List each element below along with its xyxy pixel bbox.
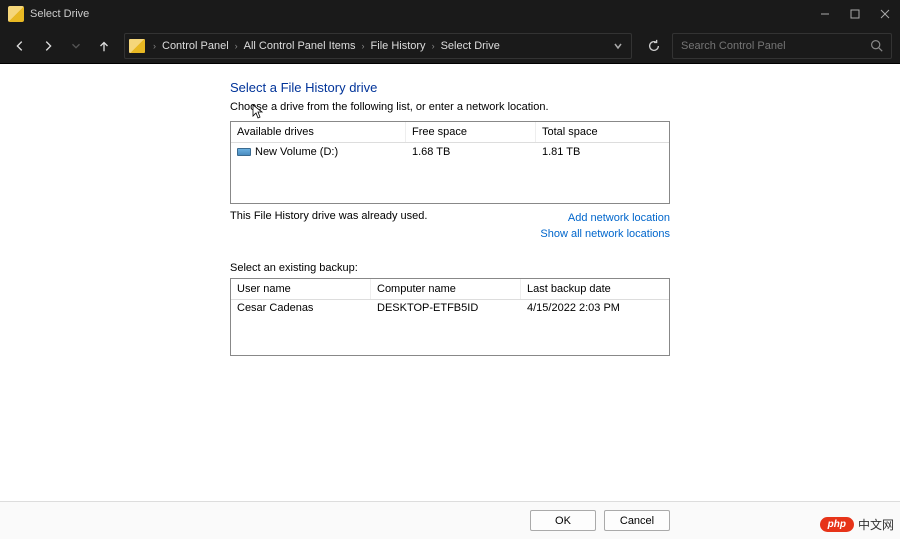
page-title: Select a File History drive [230, 80, 900, 95]
ok-button[interactable]: OK [530, 510, 596, 531]
column-header-free[interactable]: Free space [406, 122, 536, 142]
backup-row[interactable]: Cesar Cadenas DESKTOP-ETFB5ID 4/15/2022 … [231, 300, 669, 316]
refresh-button[interactable] [640, 33, 668, 59]
address-bar[interactable]: › Control Panel › All Control Panel Item… [124, 33, 632, 59]
breadcrumb-item[interactable]: File History [369, 40, 428, 52]
show-network-locations-link[interactable]: Show all network locations [540, 226, 670, 242]
forward-button[interactable] [36, 34, 60, 58]
maximize-button[interactable] [840, 0, 870, 28]
cursor-icon [252, 104, 264, 125]
minimize-button[interactable] [810, 0, 840, 28]
app-icon [8, 6, 24, 22]
drives-table-header: Available drives Free space Total space [231, 122, 669, 143]
column-header-computer[interactable]: Computer name [371, 279, 521, 299]
watermark-badge: php [820, 517, 854, 532]
breadcrumb-item[interactable]: All Control Panel Items [242, 40, 358, 52]
page-description: Choose a drive from the following list, … [230, 101, 900, 113]
search-box[interactable] [672, 33, 892, 59]
backup-table: User name Computer name Last backup date… [230, 278, 670, 356]
drive-name: New Volume (D:) [255, 146, 338, 158]
footer: OK Cancel [0, 501, 900, 539]
drive-row[interactable]: New Volume (D:) 1.68 TB 1.81 TB [231, 143, 669, 161]
chevron-right-icon: › [149, 41, 160, 51]
backup-section-label: Select an existing backup: [230, 262, 900, 274]
cancel-button[interactable]: Cancel [604, 510, 670, 531]
chevron-right-icon: › [231, 41, 242, 51]
window-title: Select Drive [30, 8, 810, 20]
watermark: php 中文网 [820, 516, 894, 533]
backup-date: 4/15/2022 2:03 PM [521, 300, 669, 316]
breadcrumb-item[interactable]: Control Panel [160, 40, 231, 52]
add-network-location-link[interactable]: Add network location [540, 210, 670, 226]
drives-table: Available drives Free space Total space … [230, 121, 670, 204]
watermark-text: 中文网 [858, 516, 894, 533]
chevron-right-icon: › [428, 41, 439, 51]
title-bar: Select Drive [0, 0, 900, 28]
chevron-right-icon: › [358, 41, 369, 51]
backup-table-header: User name Computer name Last backup date [231, 279, 669, 300]
navigation-bar: › Control Panel › All Control Panel Item… [0, 28, 900, 64]
search-input[interactable] [681, 40, 870, 52]
close-button[interactable] [870, 0, 900, 28]
drive-free: 1.68 TB [406, 145, 536, 159]
column-header-user[interactable]: User name [231, 279, 371, 299]
breadcrumb-item[interactable]: Select Drive [439, 40, 502, 52]
column-header-total[interactable]: Total space [536, 122, 669, 142]
column-header-date[interactable]: Last backup date [521, 279, 669, 299]
column-header-drives[interactable]: Available drives [231, 122, 406, 142]
up-button[interactable] [92, 34, 116, 58]
folder-icon [129, 39, 145, 53]
back-button[interactable] [8, 34, 32, 58]
search-icon [870, 39, 883, 52]
status-text: This File History drive was already used… [230, 210, 427, 242]
chevron-down-icon[interactable] [613, 41, 623, 51]
backup-computer: DESKTOP-ETFB5ID [371, 300, 521, 316]
recent-button[interactable] [64, 34, 88, 58]
backup-user: Cesar Cadenas [231, 300, 371, 316]
drive-total: 1.81 TB [536, 145, 669, 159]
drive-icon [237, 148, 251, 156]
content-area: Select a File History drive Choose a dri… [0, 64, 900, 356]
